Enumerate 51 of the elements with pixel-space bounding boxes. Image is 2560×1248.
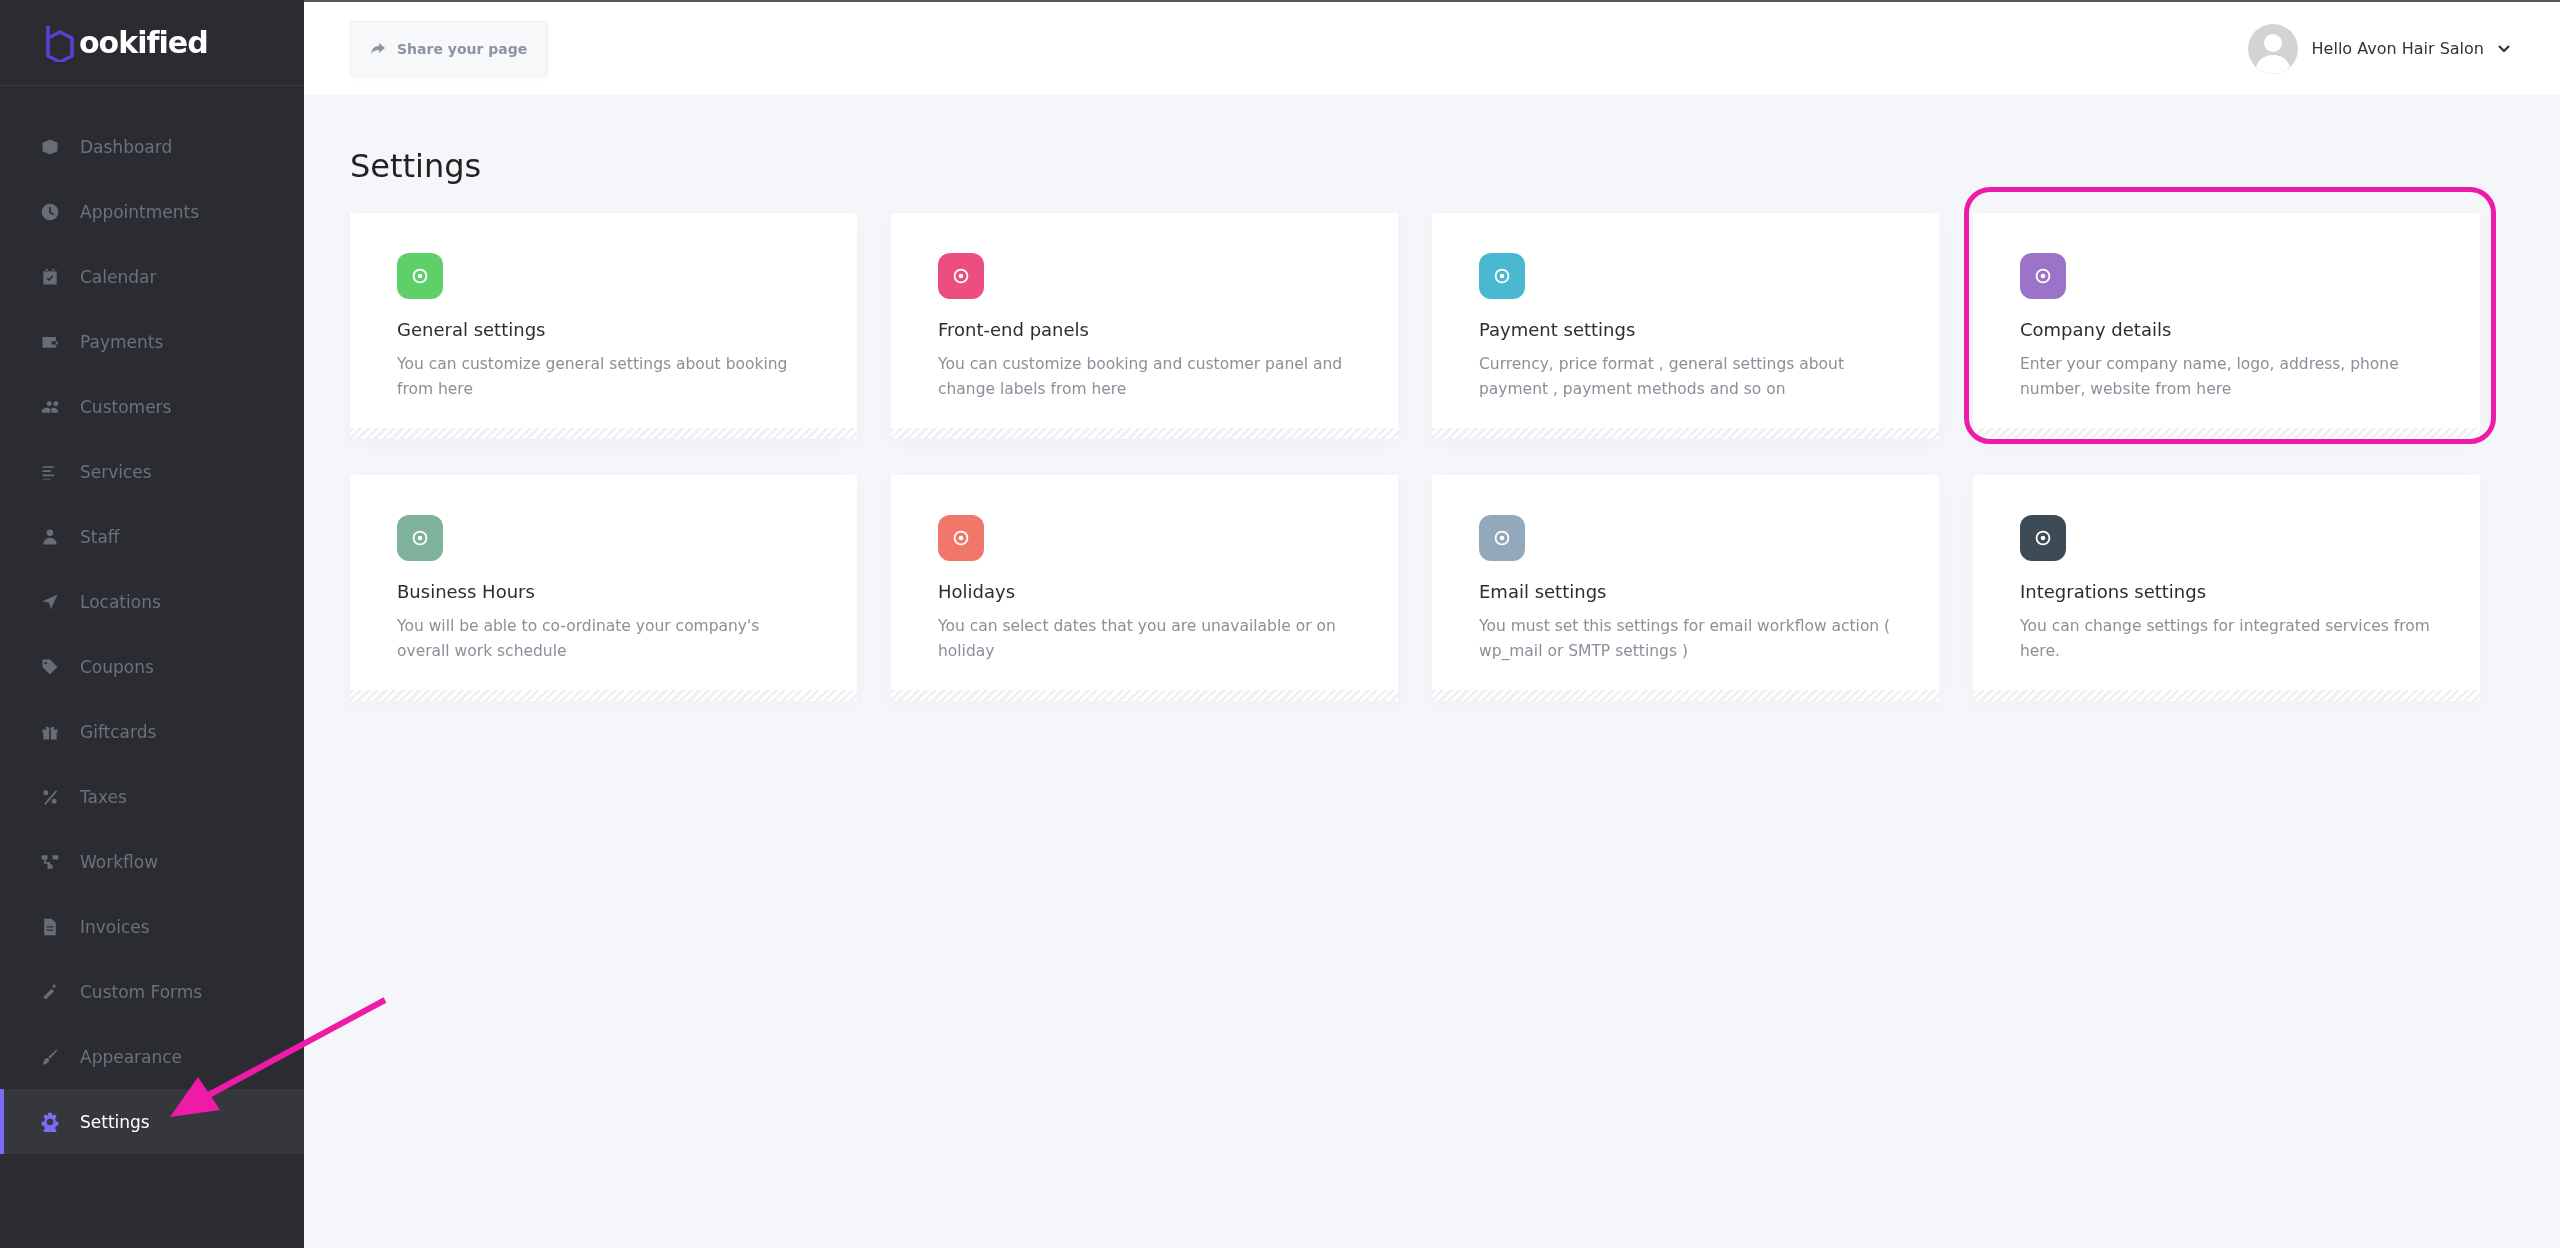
settings-card[interactable]: General settings You can customize general settings about booking from here xyxy=(350,213,857,439)
sidebar-item[interactable]: Invoices xyxy=(0,894,304,959)
sidebar-item[interactable]: Dashboard xyxy=(0,114,304,179)
sidebar-item[interactable]: Settings xyxy=(0,1089,304,1154)
card-description: Currency, price format , general settings about payment , payment methods and so on xyxy=(1479,354,1845,400)
sidebar-item[interactable]: Coupons xyxy=(0,634,304,699)
settings-card[interactable]: Holidays You can select dates that you are unavailable or on holiday xyxy=(891,475,1398,701)
brand-name: ookified xyxy=(79,25,208,60)
card-title: Integrations settings xyxy=(2020,581,2208,602)
card-description: You can change settings for integrated services from here. xyxy=(2020,616,2431,662)
sidebar-item[interactable]: Taxes xyxy=(0,764,304,829)
user-menu[interactable]: Hello Avon Hair Salon xyxy=(2247,23,2510,74)
sidebar-item[interactable]: Services xyxy=(0,439,304,504)
share-icon xyxy=(371,42,385,55)
card-title: Business Hours xyxy=(397,581,536,602)
settings-card[interactable]: Payment settings Currency, price format , general settings about payment , payment methods and so on xyxy=(1432,213,1939,439)
card-title: Holidays xyxy=(938,581,1017,602)
settings-card[interactable]: Integrations settings You can change settings for integrated services from here. xyxy=(1973,475,2480,701)
page-title: Settings xyxy=(350,147,483,185)
settings-card[interactable]: Business Hours You will be able to co-ordinate your company's overall work schedule xyxy=(350,475,857,701)
logo-icon xyxy=(45,23,75,62)
card-description: Enter your company name, logo, address, phone number, website from here xyxy=(2020,354,2400,400)
sidebar-item[interactable]: Workflow xyxy=(0,829,304,894)
sidebar-item[interactable]: Custom Forms xyxy=(0,959,304,1024)
chevron-down-icon xyxy=(2498,44,2510,53)
card-title: Company details xyxy=(2020,319,2173,340)
settings-card[interactable]: Company details Enter your company name, logo, address, phone number, website from here xyxy=(1973,213,2480,439)
sidebar-item[interactable]: Calendar xyxy=(0,244,304,309)
menu-icon xyxy=(40,1111,60,1132)
card-description: You can customize booking and customer panel and change labels from here xyxy=(938,354,1344,400)
sidebar-item[interactable]: Staff xyxy=(0,504,304,569)
share-button[interactable]: Share your page xyxy=(350,21,549,76)
card-description: You can select dates that you are unavailable or on holiday xyxy=(938,616,1337,662)
sidebar-item[interactable]: Giftcards xyxy=(0,699,304,764)
card-description: You must set this settings for email workflow action ( wp_mail or SMTP settings ) xyxy=(1479,616,1892,662)
card-description: You can customize general settings about booking from here xyxy=(397,354,789,400)
menu-icon xyxy=(40,201,60,222)
settings-card[interactable]: Email settings You must set this settings for email workflow action ( wp_mail or SMTP settings ) xyxy=(1432,475,1939,701)
sidebar-item[interactable]: Customers xyxy=(0,374,304,439)
card-title: Front-end panels xyxy=(938,319,1090,340)
card-title: General settings xyxy=(397,319,547,340)
menu-icon xyxy=(40,266,60,287)
sidebar-item[interactable]: Payments xyxy=(0,309,304,374)
sidebar-item[interactable]: Appointments xyxy=(0,179,304,244)
sidebar-item[interactable]: Locations xyxy=(0,569,304,634)
settings-card[interactable]: Front-end panels You can customize booking and customer panel and change labels from here xyxy=(891,213,1398,439)
avatar-icon xyxy=(2247,23,2298,74)
card-title: Payment settings xyxy=(1479,319,1637,340)
card-title: Email settings xyxy=(1479,581,1608,602)
sidebar-item[interactable]: Appearance xyxy=(0,1024,304,1089)
card-description: You will be able to co-ordinate your company's overall work schedule xyxy=(397,616,761,662)
